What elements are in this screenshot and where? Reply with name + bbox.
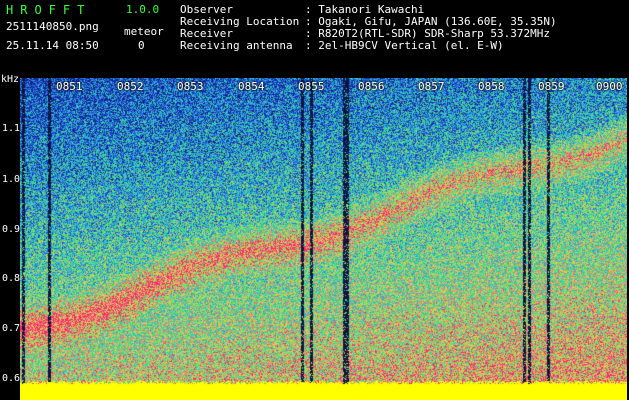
time-tick-label: 0854 [238, 80, 265, 93]
time-tick-label: 0900 [596, 80, 623, 93]
freq-tick-label: 1.0 [2, 174, 21, 185]
info-value: : 2el-HB9CV Vertical (el. E-W) [305, 39, 504, 52]
info-key: Receiving antenna [180, 39, 293, 52]
meteor-label: meteor [124, 25, 164, 38]
station-info: Observer : Takanori Kawachi Receiving Lo… [180, 4, 557, 52]
recording-datetime: 25.11.14 08:50 [6, 39, 99, 52]
app-version: 1.0.0 [126, 3, 160, 16]
app-name: HROFFT [6, 3, 92, 17]
time-tick-label: 0853 [177, 80, 204, 93]
time-tick-label: 0857 [418, 80, 445, 93]
freq-tick-label: 1.1 [2, 123, 21, 134]
freq-tick-label: 0.9 [2, 224, 21, 235]
time-tick-label: 0851 [56, 80, 83, 93]
meteor-count: 0 [138, 39, 145, 52]
file-name: 2511140850.png [6, 20, 99, 33]
freq-unit-label: kHz [1, 74, 20, 85]
time-tick-label: 0858 [478, 80, 505, 93]
time-tick-label: 0859 [538, 80, 565, 93]
spectrogram-canvas[interactable] [20, 78, 627, 400]
time-tick-label: 0855 [298, 80, 325, 93]
time-tick-label: 0852 [117, 80, 144, 93]
freq-tick-label: 0.8 [2, 273, 21, 284]
time-tick-label: 0856 [358, 80, 385, 93]
freq-tick-label: 0.7 [2, 323, 21, 334]
app-title: HROFFT [6, 4, 91, 16]
freq-tick-label: 0.6 [2, 373, 21, 384]
info-row-antenna: Receiving antenna : 2el-HB9CV Vertical (… [180, 40, 557, 52]
spectrogram[interactable] [20, 78, 627, 400]
